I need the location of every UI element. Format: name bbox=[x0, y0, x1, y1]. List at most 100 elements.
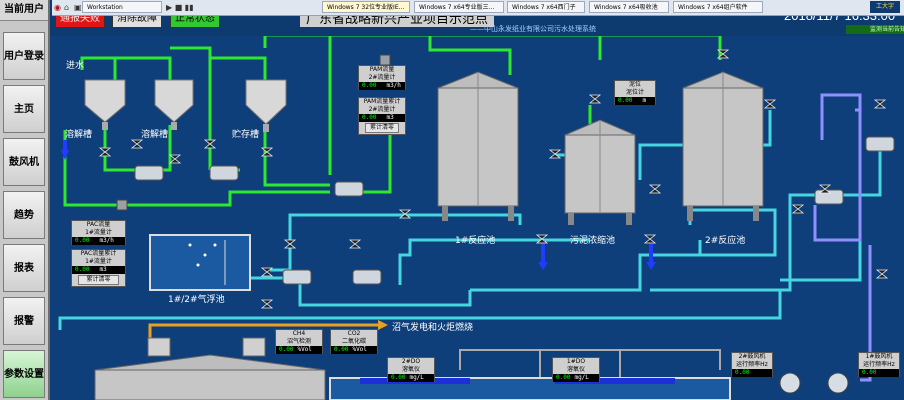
blower1-panel: 1#鼓风机 运行频率Hz 0.00 bbox=[858, 352, 900, 377]
sidebar-nav: 当前用户 用户登录 主页 鼓风机 趋势 报表 报警 参数设置 bbox=[0, 0, 50, 400]
sidebar-item-login[interactable]: 用户登录 bbox=[3, 32, 45, 80]
sidebar-item-home[interactable]: 主页 bbox=[3, 85, 45, 133]
label-flotation: 1#/2#气浮池 bbox=[168, 295, 225, 305]
pac-flow-name: 1#流量计 bbox=[85, 229, 112, 236]
label-dissolving-tank-2: 溶解槽 bbox=[141, 130, 169, 140]
pac-flow-value: 0.00 bbox=[75, 237, 90, 244]
blower1-value: 0.00 bbox=[862, 369, 877, 376]
sludge-level-readout: 0.00 m bbox=[615, 97, 655, 105]
sidebar-item-report[interactable]: 报表 bbox=[3, 244, 45, 292]
sludge-thickener bbox=[564, 119, 636, 225]
pam-total-title: PAM流量累计 bbox=[363, 98, 401, 105]
blower2-value: 0.00 bbox=[735, 369, 750, 376]
sludge-level-name: 泥位计 bbox=[625, 89, 644, 96]
pac-total-readout: 0.00 m3 bbox=[72, 266, 125, 274]
label-storage-tank: 贮存槽 bbox=[232, 130, 260, 140]
pac-flow-unit: m3/h bbox=[99, 237, 114, 244]
pac-reset-button[interactable]: 累计清零 bbox=[78, 275, 119, 285]
pac-total-unit: m3 bbox=[99, 266, 107, 273]
do1-value: 0.00 bbox=[556, 374, 571, 381]
do2-readout: 0.00 mg/L bbox=[388, 374, 434, 382]
pac-flow-panel: PAC流量 1#流量计 0.00 m3/h bbox=[71, 220, 126, 245]
do2-panel: 2#DO 溶氧仪 0.00 mg/L bbox=[387, 357, 435, 382]
pac-flow-title: PAC流量 bbox=[86, 221, 111, 228]
do1-title: 1#DO bbox=[566, 358, 586, 365]
pam-flow-title: PAM流量 bbox=[369, 66, 395, 73]
pam-reset-button[interactable]: 累计清零 bbox=[365, 123, 399, 133]
ch4-title: CH4 bbox=[292, 330, 306, 337]
pac-total-title: PAC流量累计 bbox=[80, 250, 117, 257]
home-icon[interactable]: ⌂ bbox=[64, 2, 69, 13]
dissolving-tank-1 bbox=[84, 79, 126, 130]
toolbar-icons[interactable]: ▶ ■ ▮▮ bbox=[166, 2, 194, 13]
sidebar-item-blower[interactable]: 鼓风机 bbox=[3, 138, 45, 186]
remote-taskbar: ◉ ⌂ ▣ Workstation ▶ ■ ▮▮ Windows 7 32位专业… bbox=[52, 0, 904, 16]
blower1-name: 运行频率Hz bbox=[863, 361, 895, 368]
tab-windows7-32[interactable]: Windows 7 32位专业版IE... bbox=[322, 1, 410, 13]
label-reactor-1: 1#反应池 bbox=[455, 236, 496, 246]
blower2-readout: 0.00 bbox=[732, 369, 772, 377]
do1-panel: 1#DO 溶氧仪 0.00 mg/L bbox=[552, 357, 600, 382]
dissolving-tank-2 bbox=[154, 79, 194, 130]
co2-value: 0.00 bbox=[334, 346, 349, 353]
do2-value: 0.00 bbox=[391, 374, 406, 381]
tab-windows7-x64-c[interactable]: Windows 7 x64组户软件 bbox=[673, 1, 763, 13]
sludge-level-unit: m bbox=[642, 97, 647, 104]
label-dissolving-tank-1: 溶解槽 bbox=[65, 130, 93, 140]
pam-flow-name: 2#流量计 bbox=[368, 74, 396, 81]
pam-total-unit: m3 bbox=[386, 114, 394, 121]
scada-app: 当前用户 用户登录 主页 鼓风机 趋势 报表 报警 参数设置 通报失败 消除故障… bbox=[0, 0, 904, 400]
flotation-tank bbox=[149, 234, 251, 291]
tab-windows7-x64-a[interactable]: Windows 7 x64专业版三... bbox=[414, 1, 504, 13]
label-reactor-2: 2#反应池 bbox=[705, 236, 746, 246]
ch4-name: 沼气检测 bbox=[286, 338, 311, 345]
do1-name: 溶氧仪 bbox=[566, 366, 585, 373]
sidebar-item-trend[interactable]: 趋势 bbox=[3, 191, 45, 239]
pam-total-readout: 0.00 m3 bbox=[359, 114, 405, 122]
ch4-unit: %Vol bbox=[297, 346, 312, 353]
do2-unit: mg/L bbox=[409, 374, 424, 381]
co2-title: CO2 bbox=[347, 330, 361, 337]
process-diagram bbox=[58, 33, 895, 400]
ch4-value: 0.00 bbox=[279, 346, 294, 353]
reactor-tank-1 bbox=[437, 71, 519, 221]
sludge-level-panel: 泥位 泥位计 0.00 m bbox=[614, 80, 656, 105]
pac-total-panel: PAC流量累计 1#流量计 0.00 m3 累计清零 bbox=[71, 249, 126, 287]
co2-name: 二氧化碳 bbox=[341, 338, 366, 345]
pam-flow-unit: m3/h bbox=[386, 82, 401, 89]
sidebar-item-alarm[interactable]: 报警 bbox=[3, 297, 45, 345]
pam-flow-panel: PAM流量 2#流量计 0.00 m3/h bbox=[358, 65, 406, 90]
pam-flow-readout: 0.00 m3/h bbox=[359, 82, 405, 90]
tab-windows7-x64-siemens[interactable]: Windows 7 x64西门子 bbox=[507, 1, 585, 13]
do1-unit: mg/L bbox=[574, 374, 589, 381]
storage-tank bbox=[245, 79, 287, 132]
tab-windows7-x64-b[interactable]: Windows 7 x64吸收池 bbox=[589, 1, 669, 13]
reactor-tank-2 bbox=[682, 71, 764, 221]
pam-total-name: 2#流量计 bbox=[368, 106, 396, 113]
pac-total-value: 0.00 bbox=[75, 266, 90, 273]
label-gas-generation: 沼气发电和火炬燃烧 bbox=[392, 323, 474, 333]
user-indicator[interactable]: 工大字 bbox=[870, 1, 900, 13]
pac-total-name: 1#流量计 bbox=[85, 258, 112, 265]
pam-total-value: 0.00 bbox=[362, 114, 377, 121]
do1-readout: 0.00 mg/L bbox=[553, 374, 599, 382]
blower2-title: 2#鼓风机 bbox=[738, 353, 766, 360]
blower1-title: 1#鼓风机 bbox=[865, 353, 893, 360]
tab-workstation[interactable]: Workstation bbox=[82, 1, 162, 13]
sludge-level-value: 0.00 bbox=[618, 97, 633, 104]
current-user-label: 当前用户 bbox=[0, 0, 48, 21]
status-marquee: 监测当前告知信息 bbox=[846, 25, 904, 34]
co2-unit: %Vol bbox=[352, 346, 367, 353]
blower2-name: 运行频率Hz bbox=[736, 361, 768, 368]
blower2-panel: 2#鼓风机 运行频率Hz 0.00 bbox=[731, 352, 773, 377]
blower1-readout: 0.00 bbox=[859, 369, 899, 377]
pam-flow-value: 0.00 bbox=[362, 82, 377, 89]
label-water-inlet: 进水 bbox=[66, 61, 85, 71]
do2-title: 2#DO bbox=[401, 358, 421, 365]
pac-flow-readout: 0.00 m3/h bbox=[72, 237, 125, 245]
sidebar-item-settings[interactable]: 参数设置 bbox=[3, 350, 45, 398]
ch4-readout: 0.00 %Vol bbox=[276, 346, 322, 354]
pam-total-panel: PAM流量累计 2#流量计 0.00 m3 累计清零 bbox=[358, 97, 406, 135]
sludge-level-title: 泥位 bbox=[628, 81, 641, 88]
stop-icon[interactable]: ◉ bbox=[54, 2, 61, 13]
